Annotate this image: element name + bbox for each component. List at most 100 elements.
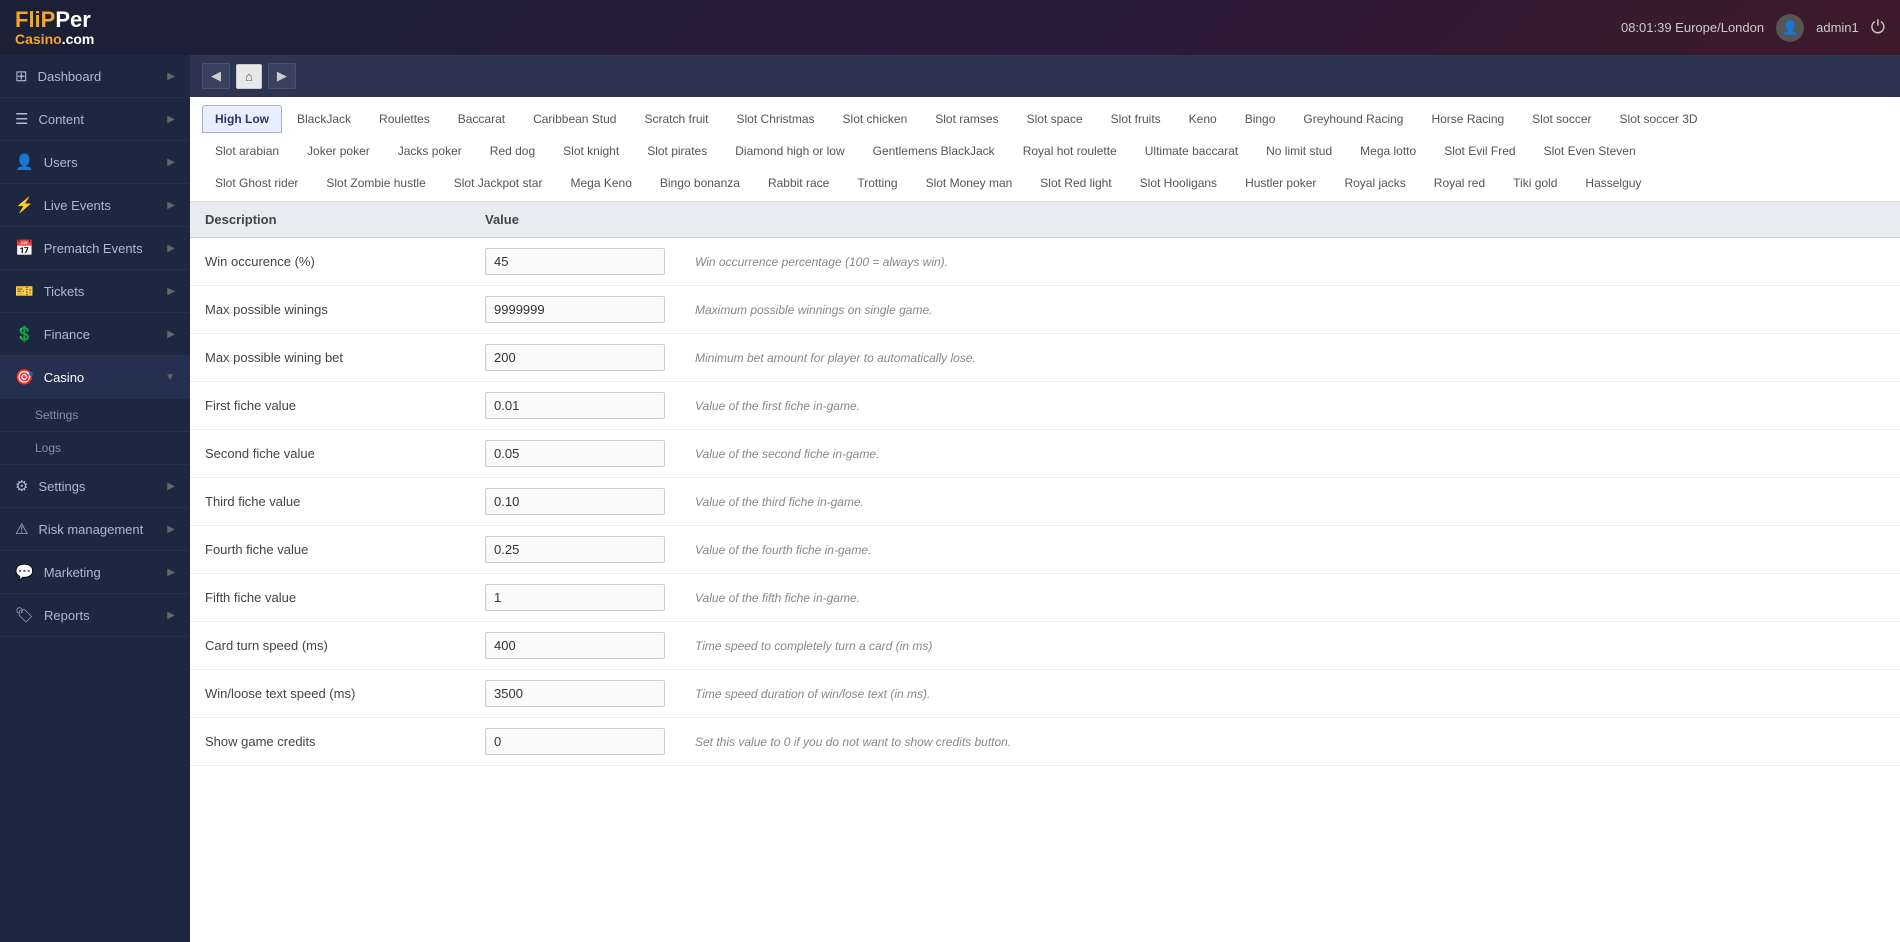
value-input-first-fiche-value[interactable] [485,392,665,419]
tab-slot-fruits[interactable]: Slot fruits [1098,105,1174,133]
arrow-icon: ▶ [167,567,175,578]
sidebar-item-content[interactable]: ☰ Content ▶ [0,98,190,141]
tab-slot-jackpot-star[interactable]: Slot Jackpot star [441,169,556,197]
tab-mega-keno[interactable]: Mega Keno [557,169,644,197]
sidebar-label-risk: Risk management [38,522,143,537]
tab-bingo[interactable]: Bingo [1232,105,1289,133]
sidebar-item-settings[interactable]: Settings [0,399,190,432]
tab-slot-money-man[interactable]: Slot Money man [913,169,1026,197]
tab-jacks-poker[interactable]: Jacks poker [385,137,475,165]
tab-slot-hooligans[interactable]: Slot Hooligans [1127,169,1230,197]
sidebar-item-live-events[interactable]: ⚡ Live Events ▶ [0,184,190,227]
tab-slot-soccer-3d[interactable]: Slot soccer 3D [1607,105,1711,133]
tab-roulettes[interactable]: Roulettes [366,105,443,133]
sidebar-item-dashboard[interactable]: ⊞ Dashboard ▶ [0,55,190,98]
value-input-max-possible-winings[interactable] [485,296,665,323]
table-row: Card turn speed (ms) Time speed to compl… [190,622,1900,670]
row-description: Fifth fiche value [190,574,470,622]
prematch-icon: 📅 [15,239,34,257]
sidebar-item-prematch-events[interactable]: 📅 Prematch Events ▶ [0,227,190,270]
tab-greyhound-racing[interactable]: Greyhound Racing [1290,105,1416,133]
tab-slot-ghost-rider[interactable]: Slot Ghost rider [202,169,311,197]
tab-royal-jacks[interactable]: Royal jacks [1331,169,1418,197]
tab-caribbean-stud[interactable]: Caribbean Stud [520,105,629,133]
reports-icon: 🏷 [15,606,34,624]
sidebar-item-casino[interactable]: 🎯 Casino ▼ [0,356,190,399]
tab-slot-arabian[interactable]: Slot arabian [202,137,292,165]
tab-slot-knight[interactable]: Slot knight [550,137,632,165]
users-icon: 👤 [15,153,34,171]
tab-scratch-fruit[interactable]: Scratch fruit [631,105,721,133]
sidebar-item-tickets[interactable]: 🎫 Tickets ▶ [0,270,190,313]
arrow-icon: ▶ [167,243,175,254]
row-description: Show game credits [190,718,470,766]
value-input-third-fiche-value[interactable] [485,488,665,515]
tab-slot-evil-fred[interactable]: Slot Evil Fred [1431,137,1528,165]
home-button[interactable]: ⌂ [236,64,262,89]
tab-tiki-gold[interactable]: Tiki gold [1500,169,1570,197]
forward-button[interactable]: ▶ [268,63,296,89]
logo: FliPPer Casino.com [15,8,94,48]
tab-slot-red-light[interactable]: Slot Red light [1027,169,1124,197]
tab-baccarat[interactable]: Baccarat [445,105,518,133]
sidebar-item-settings2[interactable]: ⚙ Settings ▶ [0,465,190,508]
row-description: Second fiche value [190,430,470,478]
tab-high-low[interactable]: High Low [202,105,282,133]
tab-gentlemens-blackjack[interactable]: Gentlemens BlackJack [860,137,1008,165]
tab-slot-ramses[interactable]: Slot ramses [922,105,1011,133]
tab-trotting[interactable]: Trotting [844,169,910,197]
tab-no-limit-stud[interactable]: No limit stud [1253,137,1345,165]
value-input-show-game-credits[interactable] [485,728,665,755]
value-input-second-fiche-value[interactable] [485,440,665,467]
tab-slot-pirates[interactable]: Slot pirates [634,137,720,165]
tab-mega-lotto[interactable]: Mega lotto [1347,137,1429,165]
row-value-cell [470,478,680,526]
tab-royal-hot-roulette[interactable]: Royal hot roulette [1010,137,1130,165]
tab-slot-chicken[interactable]: Slot chicken [830,105,921,133]
table-row: Fifth fiche value Value of the fifth fic… [190,574,1900,622]
back-button[interactable]: ◀ [202,63,230,89]
tab-ultimate-baccarat[interactable]: Ultimate baccarat [1132,137,1251,165]
value-input-win-occurrence[interactable] [485,248,665,275]
settings-table: Description Value Win occurence (%) Win … [190,202,1900,766]
tab-hustler-poker[interactable]: Hustler poker [1232,169,1329,197]
sidebar-item-users[interactable]: 👤 Users ▶ [0,141,190,184]
value-input-fifth-fiche-value[interactable] [485,584,665,611]
row-help: Value of the first fiche in-game. [680,382,1900,430]
tab-hasselguy[interactable]: Hasselguy [1572,169,1654,197]
logout-icon[interactable]: ⏻ [1871,17,1885,38]
tab-red-dog[interactable]: Red dog [477,137,548,165]
sidebar-item-reports[interactable]: 🏷 Reports ▶ [0,594,190,637]
sidebar-item-logs[interactable]: Logs [0,432,190,465]
tab-diamond-high-or-low[interactable]: Diamond high or low [722,137,857,165]
sidebar-item-risk-management[interactable]: ⚠ Risk management ▶ [0,508,190,551]
tab-slot-soccer[interactable]: Slot soccer [1519,105,1604,133]
tab-slot-space[interactable]: Slot space [1014,105,1096,133]
tab-slot-zombie-hustle[interactable]: Slot Zombie hustle [313,169,438,197]
value-input-card-turn-speed[interactable] [485,632,665,659]
tabs-container: High Low BlackJack Roulettes Baccarat Ca… [190,97,1900,202]
tab-bingo-bonanza[interactable]: Bingo bonanza [647,169,753,197]
sidebar-item-finance[interactable]: 💲 Finance ▶ [0,313,190,356]
value-input-max-possible-wining-bet[interactable] [485,344,665,371]
tab-slot-christmas[interactable]: Slot Christmas [724,105,828,133]
value-input-win-loose-text-speed[interactable] [485,680,665,707]
topbar: FliPPer Casino.com 08:01:39 Europe/Londo… [0,0,1900,55]
sidebar-item-marketing[interactable]: 💬 Marketing ▶ [0,551,190,594]
tab-rabbit-race[interactable]: Rabbit race [755,169,842,197]
tab-horse-racing[interactable]: Horse Racing [1418,105,1517,133]
row-value-cell [470,286,680,334]
row-help: Minimum bet amount for player to automat… [680,334,1900,382]
arrow-icon: ▶ [167,329,175,340]
col-header-help [680,202,1900,238]
tab-blackjack[interactable]: BlackJack [284,105,364,133]
tab-slot-even-steven[interactable]: Slot Even Steven [1531,137,1649,165]
tab-royal-red[interactable]: Royal red [1421,169,1498,197]
row-value-cell [470,622,680,670]
row-description: Max possible wining bet [190,334,470,382]
tab-joker-poker[interactable]: Joker poker [294,137,383,165]
tab-keno[interactable]: Keno [1176,105,1230,133]
row-description: Win occurence (%) [190,238,470,286]
value-input-fourth-fiche-value[interactable] [485,536,665,563]
settings-icon: ⚙ [15,477,28,495]
